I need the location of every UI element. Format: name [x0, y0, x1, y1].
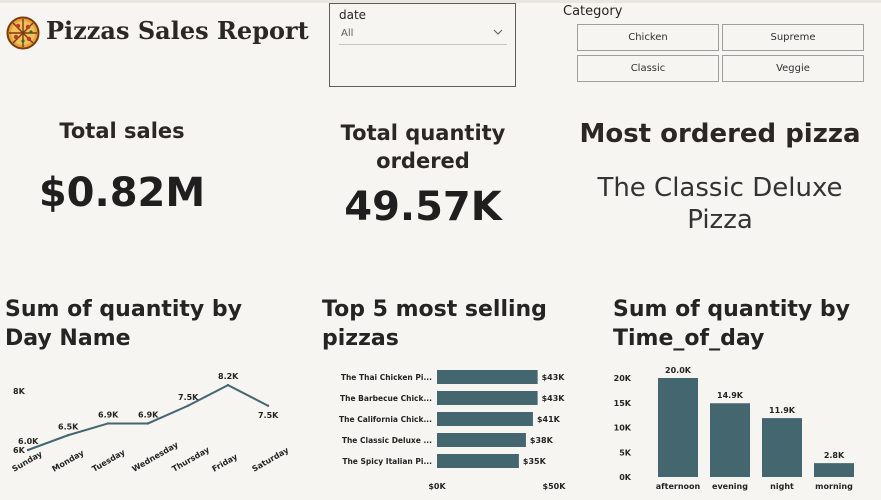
top5-data-label: $43K: [542, 373, 566, 382]
day-data-label: 7.5K: [178, 393, 199, 402]
time-category-label: morning: [815, 482, 853, 491]
y-tick-label: 15K: [614, 399, 632, 408]
top5-category-label: The California Chick...: [339, 415, 432, 424]
top5-bar: [437, 370, 538, 384]
day-category-label: Monday: [51, 448, 87, 474]
day-data-label: 6.9K: [98, 410, 119, 419]
y-tick-label: 5K: [619, 448, 632, 457]
time-chart-title-line1: Sum of quantity by: [613, 297, 851, 322]
day-data-label: 6.5K: [58, 422, 79, 431]
top5-chart-title-line1: Top 5 most selling: [322, 297, 547, 322]
total-quantity-title: Total quantity ordered: [313, 119, 533, 175]
y-tick-label: 6K: [13, 446, 26, 455]
date-dropdown[interactable]: All: [339, 25, 507, 45]
time-category-label: night: [770, 482, 794, 491]
time-bar: [710, 403, 750, 477]
time-data-label: 20.0K: [665, 366, 692, 375]
top5-category-label: The Spicy Italian Pi...: [342, 457, 432, 466]
time-of-day-column-chart: 20K 15K 10K 5K 0K 20.0K afternoon 14.9K evening 1…: [614, 366, 854, 491]
day-category-label: Friday: [211, 452, 240, 474]
day-category-label: Tuesday: [91, 447, 128, 473]
total-quantity-title-line2: ordered: [376, 149, 470, 173]
report-title: Pizzas Sales Report: [46, 16, 309, 45]
day-data-label: 7.5K: [258, 411, 279, 420]
day-chart-title: Sum of quantity by Day Name: [5, 295, 242, 353]
time-category-label: evening: [712, 482, 748, 491]
top5-category-label: The Barbecue Chick...: [340, 394, 432, 403]
top5-category-label: The Classic Deluxe ...: [342, 436, 432, 445]
day-data-point: [26, 448, 30, 452]
chevron-down-icon: [493, 29, 503, 35]
top5-bar: [437, 454, 519, 468]
day-data-label: 8.2K: [218, 372, 239, 381]
category-slicer-label: Category: [563, 4, 623, 19]
most-ordered-value-line1: The Classic Deluxe: [597, 173, 843, 203]
day-data-point: [226, 383, 230, 387]
y-tick-label: 0K: [619, 473, 632, 482]
day-data-point: [186, 404, 190, 407]
day-name-line-chart: 8K6K6.0KSunday6.5KMonday6.9KTuesday6.9KW…: [11, 372, 291, 474]
date-slicer: date All: [329, 3, 516, 87]
top5-data-label: $35K: [523, 457, 547, 466]
total-quantity-value: 49.57K: [344, 184, 502, 230]
date-dropdown-value: All: [341, 28, 354, 39]
day-data-point: [66, 434, 70, 437]
top5-bar-chart: The Thai Chicken Pi... $43K The Barbecue C…: [339, 370, 567, 491]
top5-chart-title-line2: pizzas: [322, 326, 399, 351]
most-ordered-value: The Classic Deluxe Pizza: [568, 172, 872, 236]
time-data-label: 2.8K: [824, 451, 845, 460]
time-category-label: afternoon: [656, 482, 701, 491]
category-classic-button[interactable]: Classic: [577, 55, 719, 82]
pizza-logo-icon: [6, 16, 40, 50]
y-tick-label: 10K: [614, 424, 632, 433]
total-sales-title: Total sales: [59, 119, 185, 143]
time-bar: [814, 463, 854, 477]
top5-bar: [437, 412, 533, 426]
day-data-point: [146, 422, 150, 425]
most-ordered-title: Most ordered pizza: [579, 119, 861, 149]
top5-category-label: The Thai Chicken Pi...: [341, 373, 432, 382]
x-tick-label: $50K: [543, 482, 567, 491]
day-chart-title-line2: Day Name: [5, 326, 131, 351]
category-veggie-button[interactable]: Veggie: [722, 55, 864, 82]
y-tick-label: 8K: [13, 387, 26, 396]
most-ordered-value-line2: Pizza: [687, 205, 753, 235]
time-chart-title-line2: Time_of_day: [613, 326, 765, 351]
day-data-point: [106, 422, 110, 425]
time-data-label: 14.9K: [717, 391, 744, 400]
category-supreme-button[interactable]: Supreme: [722, 24, 864, 51]
category-chicken-button[interactable]: Chicken: [577, 24, 719, 51]
time-data-label: 11.9K: [769, 406, 796, 415]
day-data-label: 6.9K: [138, 410, 159, 419]
time-bar: [658, 378, 698, 477]
top5-chart-title: Top 5 most selling pizzas: [322, 295, 547, 353]
top5-data-label: $38K: [530, 436, 554, 445]
top5-data-label: $43K: [542, 394, 566, 403]
top5-data-label: $41K: [537, 415, 561, 424]
day-data-point: [266, 404, 270, 407]
x-tick-label: $0K: [428, 482, 446, 491]
day-chart-title-line1: Sum of quantity by: [5, 297, 243, 322]
y-tick-label: 20K: [614, 374, 632, 383]
date-slicer-label: date: [339, 8, 367, 22]
time-chart-title: Sum of quantity by Time_of_day: [613, 295, 850, 353]
top5-bar: [437, 433, 526, 447]
top5-bar: [437, 391, 538, 405]
total-sales-value: $0.82M: [38, 170, 206, 216]
time-bar: [762, 418, 802, 477]
day-category-label: Saturday: [251, 445, 291, 474]
total-quantity-title-line1: Total quantity: [340, 121, 506, 145]
day-data-label: 6.0K: [18, 437, 39, 446]
